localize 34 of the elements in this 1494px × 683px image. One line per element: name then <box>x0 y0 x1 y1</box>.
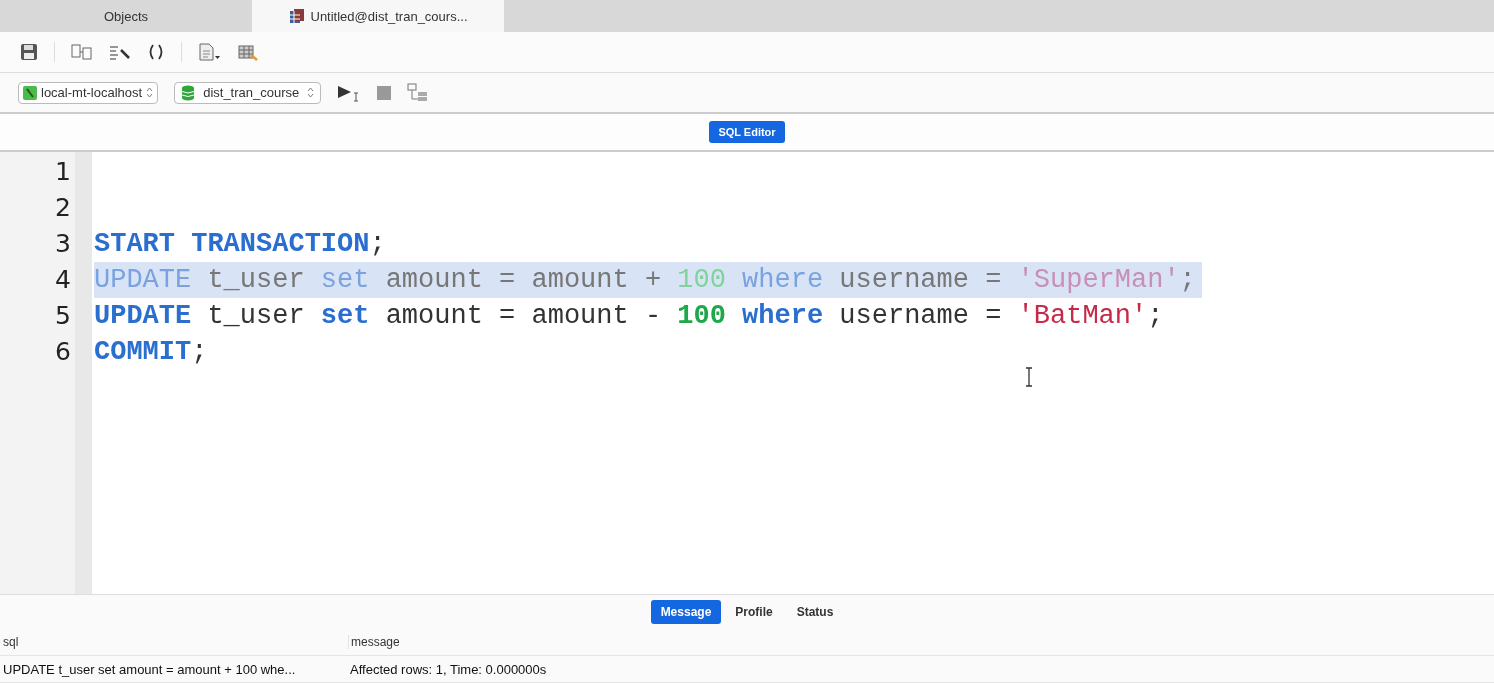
editor-tab[interactable]: Objects <box>0 0 252 32</box>
sql-editor-label: SQL Editor <box>709 121 785 143</box>
database-icon <box>181 84 196 101</box>
code-line: COMMIT; <box>94 336 208 369</box>
document-dropdown-icon[interactable] <box>198 43 222 61</box>
parentheses-icon[interactable] <box>147 44 165 60</box>
query-builder-icon[interactable] <box>71 44 93 60</box>
table-icon <box>288 8 305 24</box>
line-number: 2 <box>54 192 72 224</box>
line-number: 3 <box>54 228 72 260</box>
line-number: 6 <box>54 336 72 368</box>
code-line: START TRANSACTION; <box>94 228 386 261</box>
column-header: message <box>350 635 400 649</box>
table-cell-text: UPDATE t_user set amount = amount + 100 whe... <box>2 661 297 677</box>
code-line: UPDATE t_user set amount = amount - 100 where username = 'BatMan'; <box>94 300 1164 333</box>
connection-select[interactable]: local-mt-localhost <box>18 81 159 104</box>
line-number: 5 <box>54 300 72 332</box>
result-tab[interactable]: Message <box>650 600 722 624</box>
result-tab[interactable]: Profile <box>725 600 783 624</box>
beautify-icon[interactable] <box>109 44 131 60</box>
table-cell-text: Affected rows: 1, Time: 0.000000s <box>349 661 547 677</box>
save-icon[interactable] <box>20 43 38 61</box>
database-select[interactable]: dist_tran_course <box>174 81 322 104</box>
table-export-icon[interactable] <box>238 43 260 61</box>
result-tab[interactable]: Status <box>786 600 844 624</box>
stop-icon[interactable] <box>377 85 392 100</box>
stepper-icon <box>146 87 154 98</box>
line-number: 4 <box>54 264 72 296</box>
line-number: 1 <box>54 156 72 188</box>
text-cursor-icon <box>1024 367 1034 387</box>
editor-tab[interactable]: Untitled@dist_tran_cours... <box>252 0 504 32</box>
connection-icon <box>23 85 37 100</box>
column-header: sql <box>0 635 349 649</box>
stepper-icon <box>307 87 315 98</box>
